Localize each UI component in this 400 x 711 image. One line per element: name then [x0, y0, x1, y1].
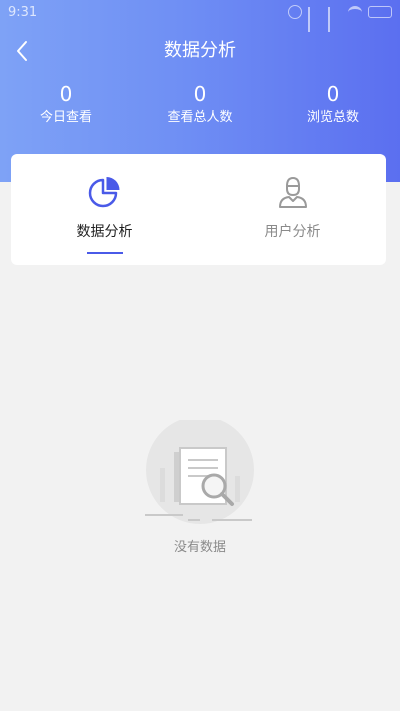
stat-value: 0	[193, 82, 207, 106]
wifi-icon	[348, 5, 362, 19]
status-icons	[288, 5, 392, 32]
stat-label: 查看总人数	[167, 110, 233, 125]
user-icon	[278, 176, 307, 208]
tab-label: 用户分析	[264, 224, 321, 240]
active-tab-indicator	[86, 252, 123, 254]
battery-icon	[368, 6, 392, 18]
page-title: 数据分析	[164, 40, 236, 61]
pie-chart-icon	[88, 177, 119, 208]
status-bar: 9:31	[0, 0, 400, 32]
signal-icon	[328, 6, 342, 32]
status-time: 9:31	[8, 5, 38, 20]
document-search-icon	[145, 420, 254, 524]
tab-user-analysis[interactable]: 用户分析	[199, 154, 386, 265]
stat-total-viewers: 0 查看总人数	[145, 82, 255, 128]
stat-label: 今日查看	[39, 110, 92, 125]
stat-value: 0	[59, 82, 73, 106]
signal-icon	[308, 6, 322, 32]
tab-data-analysis[interactable]: 数据分析	[11, 154, 198, 265]
stat-label: 浏览总数	[306, 110, 359, 125]
stats-row: 0 今日查看 0 查看总人数 0 浏览总数	[0, 82, 400, 132]
stat-value: 0	[326, 82, 340, 106]
tab-card: 数据分析 用户分析	[11, 154, 386, 265]
stat-total-browses: 0 浏览总数	[278, 82, 388, 128]
alarm-icon	[288, 5, 302, 19]
empty-state: 没有数据	[0, 420, 400, 560]
tab-label: 数据分析	[76, 224, 133, 240]
stat-today-views: 0 今日查看	[11, 82, 121, 128]
empty-state-text: 没有数据	[173, 540, 226, 555]
